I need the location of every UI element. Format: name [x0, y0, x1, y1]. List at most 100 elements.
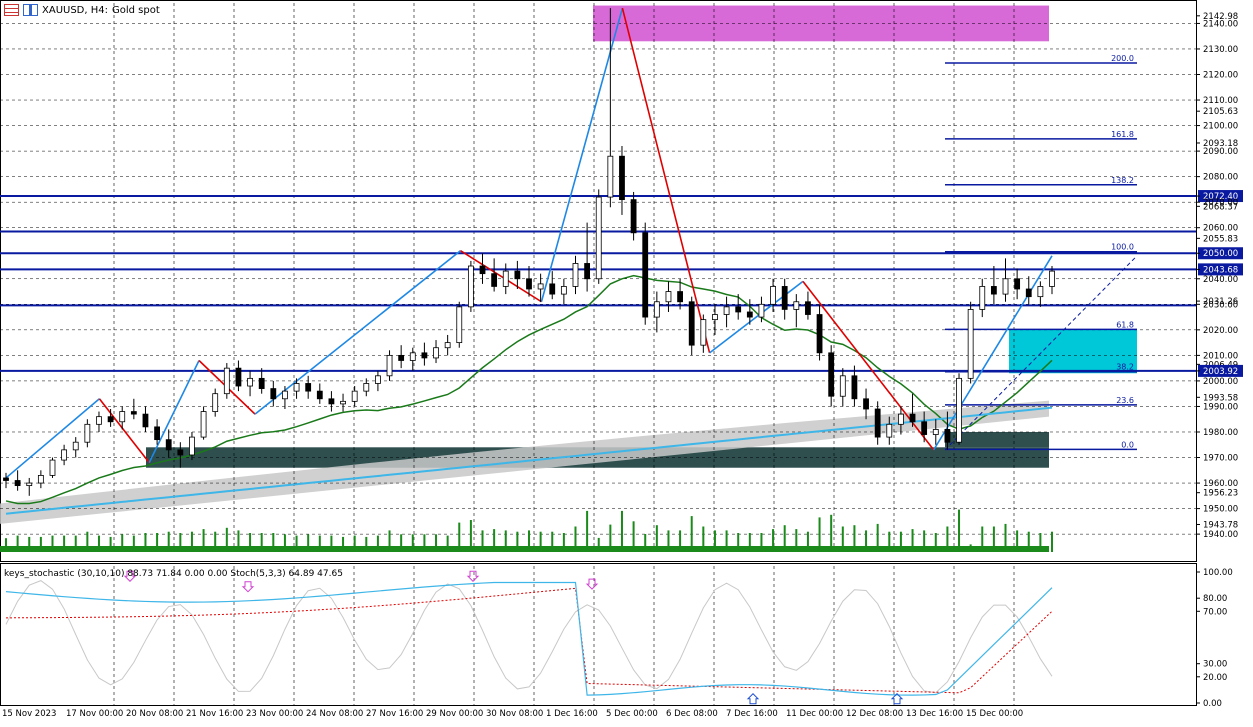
candle-body	[235, 367, 242, 387]
price-tick-label: 1990.00	[1203, 402, 1238, 412]
chart-title-bar: XAUUSD, H4: Gold spot	[4, 4, 160, 16]
candle-body	[433, 347, 439, 359]
candle-body	[212, 393, 219, 412]
time-tick-label: 29 Nov 00:00	[426, 709, 483, 719]
candle-body	[479, 265, 486, 275]
candle-body	[514, 270, 521, 280]
candle-body	[874, 408, 881, 438]
symbol-description: Gold spot	[112, 4, 160, 16]
zigzag-segment	[254, 250, 462, 415]
price-tick-label: 2130.00	[1203, 45, 1238, 55]
chart-scale-icon[interactable]	[23, 4, 38, 16]
candle-body	[154, 426, 160, 441]
candle-body	[165, 439, 172, 451]
price-tick-label: 2090.00	[1203, 147, 1238, 157]
price-tick-label: 2060.00	[1203, 224, 1238, 234]
price-tick-label: 2100.00	[1203, 122, 1238, 132]
price-tick-label: 1980.00	[1203, 428, 1238, 438]
candle-body	[630, 199, 637, 234]
candle-body	[375, 375, 381, 384]
candle-body	[898, 413, 904, 425]
time-tick-label: 30 Nov 08:00	[486, 709, 543, 719]
price-tick-label: 2120.00	[1203, 70, 1238, 80]
candle-body	[467, 265, 474, 308]
candle-body	[653, 301, 660, 318]
candle-body	[595, 196, 602, 280]
candle-body	[177, 449, 184, 456]
candle-body	[26, 482, 33, 487]
candle-body	[665, 291, 672, 303]
chart-type-icon[interactable]	[4, 4, 19, 16]
candle-body	[956, 377, 962, 443]
time-tick-label: 1 Dec 16:00	[546, 709, 598, 719]
candle-body	[142, 413, 149, 428]
candle-body	[572, 263, 579, 287]
candle-body	[793, 301, 800, 310]
candle-body	[37, 474, 44, 484]
candle-body	[258, 377, 265, 389]
price-tick-label: 2030.00	[1203, 300, 1238, 310]
candle-body	[746, 311, 753, 318]
candle-body	[14, 480, 21, 487]
candle-body	[340, 400, 346, 405]
candle-body	[816, 314, 823, 354]
fib-level-label: 138.2	[1111, 176, 1134, 185]
candle-body	[770, 286, 776, 305]
chart-area[interactable]: 200.0 161.8 138.2 100.0 61.8 38.2 23.6 0.0 2142.…	[0, 0, 1253, 723]
price-tick-label: 2055.83	[1203, 234, 1238, 244]
time-tick-label: 27 Nov 16:00	[366, 709, 423, 719]
candle-body	[886, 423, 893, 438]
price-tick-label: 2110.00	[1203, 96, 1238, 106]
fib-level-label: 100.0	[1111, 243, 1134, 252]
candle-body	[607, 155, 614, 198]
candle-body	[700, 319, 707, 346]
osc-tick-label: 20.00	[1203, 673, 1227, 683]
osc-tick-label: 70.00	[1203, 607, 1227, 617]
time-tick-label: 6 Dec 08:00	[666, 709, 718, 719]
candle-body	[851, 375, 858, 400]
candle-body	[1014, 278, 1021, 290]
candle-body	[967, 309, 974, 379]
candle-body	[72, 441, 79, 451]
candle-body	[526, 278, 532, 290]
candle-body	[456, 306, 463, 344]
candle-body	[619, 155, 625, 201]
price-tick-label: 1950.00	[1203, 505, 1238, 515]
candle-body	[130, 411, 137, 415]
indicator-label: keys_stochastic (30,10,10) 88.73 71.84 0…	[4, 569, 343, 579]
candle-body	[398, 354, 405, 361]
price-tick-label: 2080.00	[1203, 173, 1238, 183]
candle-body	[502, 270, 509, 287]
candle-body	[491, 273, 498, 287]
candle-body	[96, 416, 102, 425]
candle-body	[735, 306, 742, 313]
time-tick-label: 13 Dec 16:00	[906, 709, 963, 719]
candle-body	[49, 459, 56, 476]
candle-body	[909, 413, 916, 423]
candle-body	[944, 429, 951, 443]
candle-body	[537, 283, 544, 290]
candle-body	[863, 398, 869, 410]
zigzag-segment	[709, 280, 804, 354]
candle-body	[328, 398, 335, 405]
candle-body	[3, 477, 9, 481]
candle-body	[642, 232, 649, 318]
osc-tick-label: 30.00	[1203, 660, 1227, 670]
price-tick-label: 1970.00	[1203, 454, 1238, 464]
fib-level-label: 61.8	[1116, 320, 1134, 329]
fib-level-label: 23.6	[1116, 396, 1134, 405]
volume-bar	[958, 509, 961, 552]
candle-body	[1002, 278, 1009, 295]
volume-base	[0, 546, 1049, 552]
osc-tick-label: 80.00	[1203, 594, 1227, 604]
candle-body	[200, 411, 207, 438]
candle-body	[1025, 288, 1032, 298]
price-tick-label: 2003.92	[1203, 367, 1238, 377]
time-tick-label: 7 Dec 16:00	[726, 709, 778, 719]
fib-level-label: 38.2	[1116, 363, 1134, 372]
stoch-fast-line	[5, 580, 1053, 694]
price-tick-label: 2040.00	[1203, 275, 1238, 285]
candle-body	[805, 301, 811, 315]
buy-arrow-icon	[746, 693, 760, 705]
symbol-label: XAUUSD, H4:	[42, 4, 108, 16]
